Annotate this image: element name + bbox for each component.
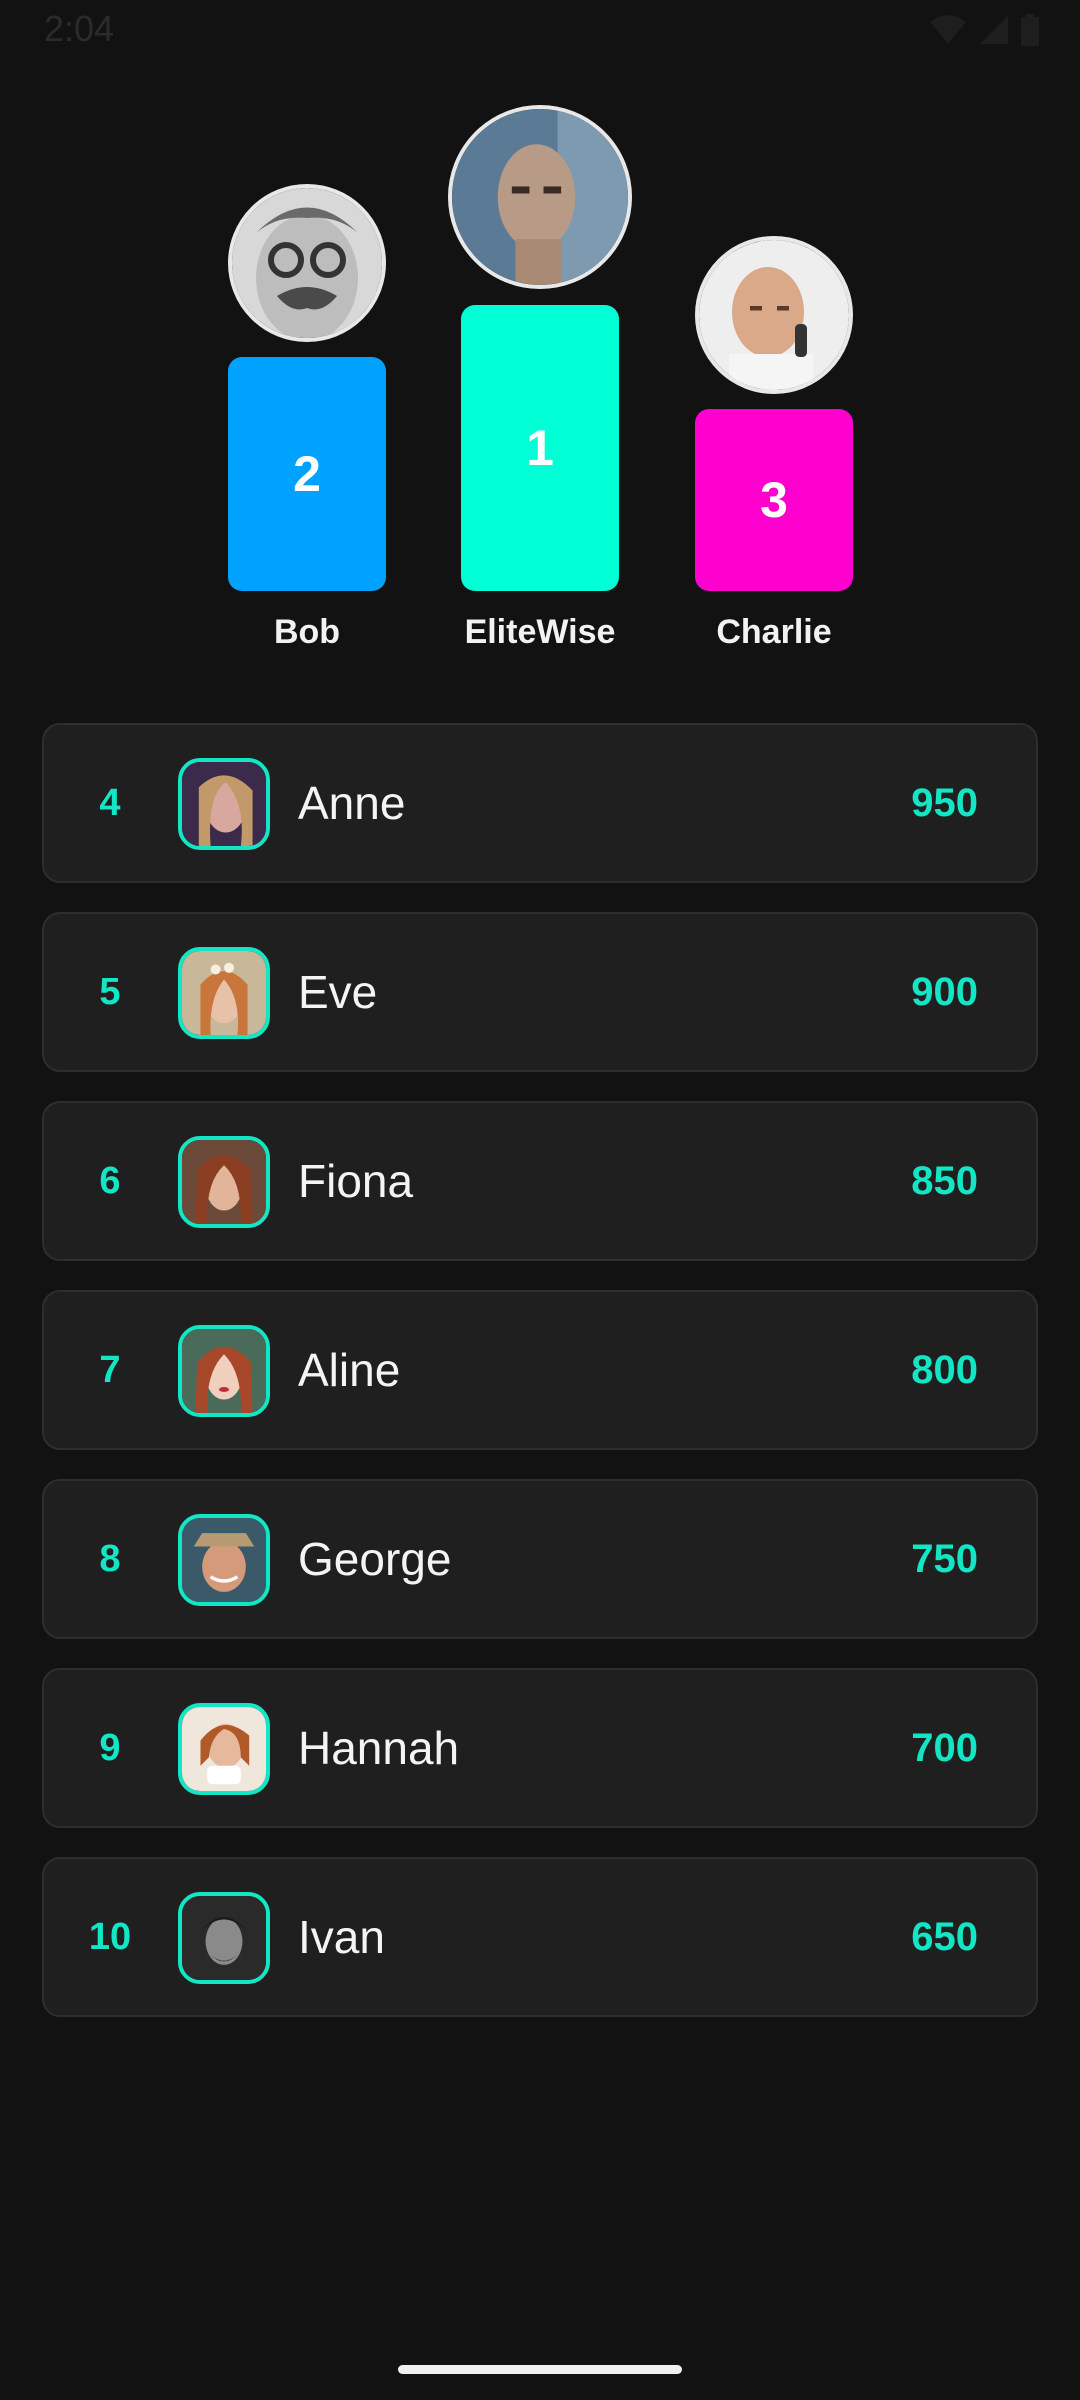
avatar xyxy=(178,1514,270,1606)
avatar xyxy=(695,236,853,394)
player-score: 700 xyxy=(911,1726,978,1770)
podium-name-third: Charlie xyxy=(716,613,832,651)
avatar xyxy=(178,1892,270,1984)
list-item[interactable]: 9 Hannah 700 xyxy=(42,1668,1038,1828)
avatar xyxy=(228,184,386,342)
player-score: 950 xyxy=(911,781,978,825)
podium-bar-second: 2 xyxy=(228,357,386,591)
avatar xyxy=(448,105,632,289)
player-name: Fiona xyxy=(298,1155,414,1207)
podium-bar-first: 1 xyxy=(461,305,619,591)
leaderboard-list: 4 Anne 950 5 Eve 900 6 Fiona 850 7 Aline… xyxy=(42,723,1038,2046)
avatar xyxy=(178,1325,270,1417)
player-score: 900 xyxy=(911,970,978,1014)
home-indicator[interactable] xyxy=(398,2365,682,2374)
player-name: Eve xyxy=(298,966,378,1018)
list-item[interactable]: 6 Fiona 850 xyxy=(42,1101,1038,1261)
player-score: 850 xyxy=(911,1159,978,1203)
rank-number: 6 xyxy=(99,1160,121,1202)
list-item[interactable]: 7 Aline 800 xyxy=(42,1290,1038,1450)
avatar xyxy=(178,1136,270,1228)
list-item[interactable]: 8 George 750 xyxy=(42,1479,1038,1639)
rank-number: 10 xyxy=(88,1916,132,1958)
list-item[interactable]: 5 Eve 900 xyxy=(42,912,1038,1072)
rank-number: 9 xyxy=(99,1727,121,1769)
rank-number: 7 xyxy=(99,1349,121,1391)
player-name: Anne xyxy=(298,777,406,829)
player-name: Aline xyxy=(298,1344,401,1396)
rank-number: 4 xyxy=(99,782,121,824)
podium-bar-third: 3 xyxy=(695,409,853,591)
player-name: Ivan xyxy=(298,1911,385,1963)
list-item[interactable]: 10 Ivan 650 xyxy=(42,1857,1038,2017)
list-item[interactable]: 4 Anne 950 xyxy=(42,723,1038,883)
rank-number: 5 xyxy=(99,971,121,1013)
podium: 2 Bob 1 EliteWise 3 Charlie xyxy=(0,0,1080,680)
player-name: George xyxy=(298,1533,452,1585)
player-score: 650 xyxy=(911,1915,978,1959)
avatar xyxy=(178,947,270,1039)
avatar xyxy=(178,1703,270,1795)
rank-number: 8 xyxy=(99,1538,121,1580)
player-score: 750 xyxy=(911,1537,978,1581)
player-name: Hannah xyxy=(298,1722,460,1774)
player-score: 800 xyxy=(911,1348,978,1392)
avatar xyxy=(178,758,270,850)
